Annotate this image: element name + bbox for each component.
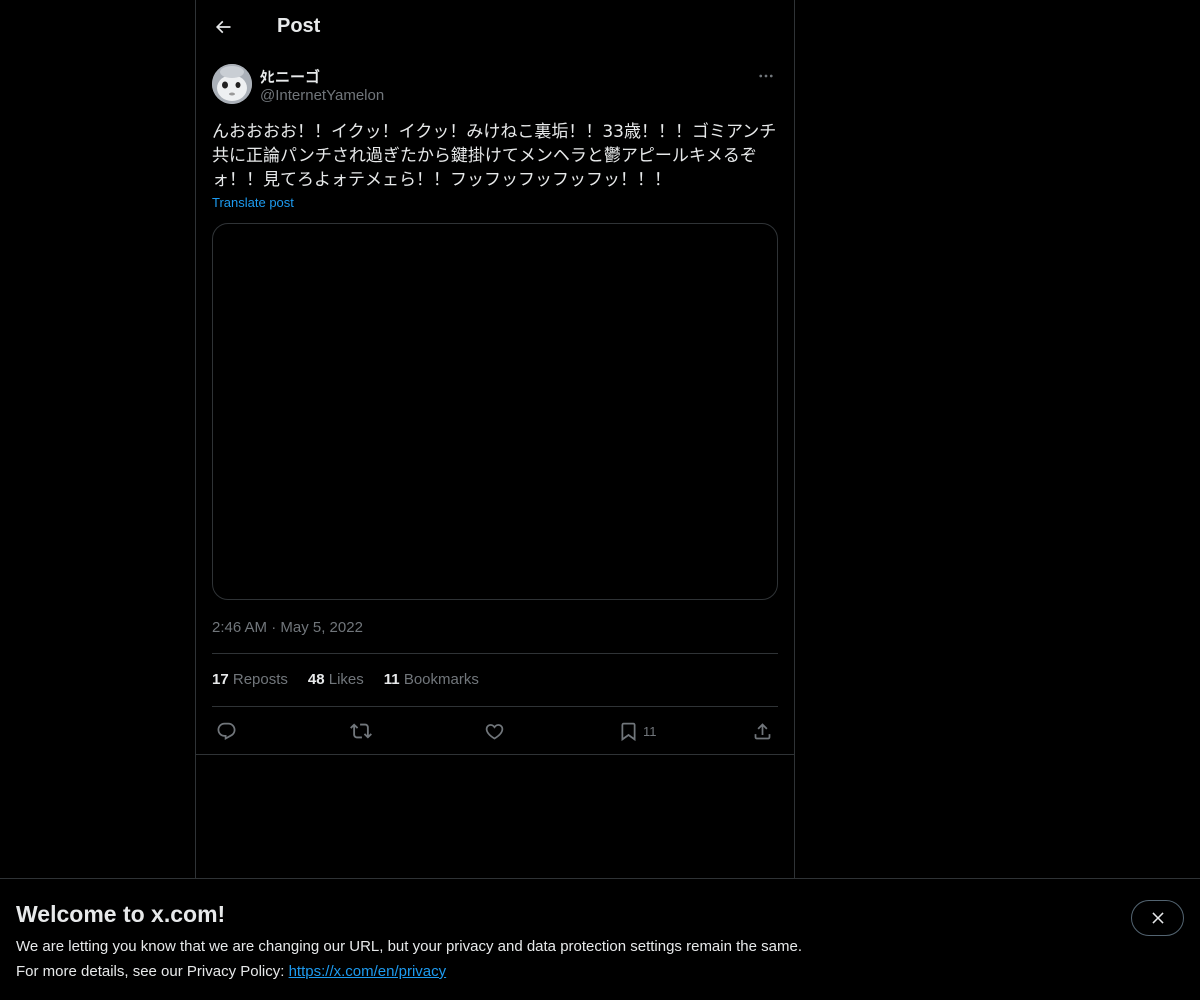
bookmark-button[interactable]: 11 bbox=[618, 715, 657, 747]
post-media[interactable] bbox=[212, 223, 778, 600]
banner-policy-line: For more details, see our Privacy Policy… bbox=[16, 963, 446, 980]
repost-button[interactable] bbox=[350, 715, 372, 747]
like-button[interactable] bbox=[484, 715, 505, 747]
heart-icon bbox=[485, 723, 504, 740]
bookmark-icon bbox=[621, 722, 636, 741]
reposts-stat[interactable]: 17 Reposts bbox=[212, 671, 288, 688]
post-text: んおおおお！！イクッ！イクッ！みけねこ裏垢！！33歳！！！ゴミアンチ共に正論パン… bbox=[212, 122, 777, 190]
post-actions: 11 bbox=[212, 715, 778, 747]
share-icon bbox=[754, 722, 771, 739]
share-button[interactable] bbox=[752, 715, 773, 747]
privacy-policy-link[interactable]: https://x.com/en/privacy bbox=[289, 963, 447, 980]
avatar[interactable] bbox=[212, 64, 252, 104]
bookmarks-count: 11 bbox=[383, 671, 400, 688]
reply-icon bbox=[217, 722, 236, 740]
post-column: Post ﾀﾋニーゴ @InternetYamelon んおおおお！！イクッ！イ… bbox=[195, 0, 795, 878]
bookmarks-label: Bookmarks bbox=[403, 671, 479, 688]
likes-label: Likes bbox=[328, 671, 364, 688]
likes-count: 48 bbox=[307, 671, 325, 688]
avatar-image bbox=[212, 64, 252, 104]
bookmarks-stat[interactable]: 11 Bookmarks bbox=[384, 671, 479, 688]
banner-message: We are letting you know that we are chan… bbox=[16, 938, 802, 955]
reposts-count: 17 bbox=[212, 671, 229, 688]
welcome-banner: Welcome to x.com! We are letting you kno… bbox=[0, 878, 1200, 1000]
author-row: ﾀﾋニーゴ @InternetYamelon bbox=[212, 64, 778, 106]
banner-policy-prefix: For more details, see our Privacy Policy… bbox=[16, 963, 289, 980]
author-display-name[interactable]: ﾀﾋニーゴ bbox=[260, 66, 320, 87]
bookmark-count: 11 bbox=[643, 723, 657, 739]
divider bbox=[212, 653, 778, 654]
translate-post-link[interactable]: Translate post bbox=[212, 195, 294, 210]
arrow-left-icon bbox=[215, 20, 231, 33]
post-stats: 17 Reposts 48 Likes 11 Bookmarks bbox=[212, 671, 479, 688]
close-icon bbox=[1151, 912, 1164, 924]
page-title: Post bbox=[277, 15, 321, 37]
ellipsis-icon bbox=[759, 74, 773, 78]
reposts-label: Reposts bbox=[232, 671, 288, 688]
more-options-button[interactable] bbox=[754, 64, 778, 88]
divider bbox=[212, 706, 778, 707]
author-handle[interactable]: @InternetYamelon bbox=[260, 87, 384, 104]
post-timestamp[interactable]: 2:46 AM · May 5, 2022 bbox=[212, 619, 363, 636]
likes-stat[interactable]: 48 Likes bbox=[308, 671, 364, 688]
banner-close-button[interactable] bbox=[1131, 900, 1184, 936]
reply-button[interactable] bbox=[216, 715, 237, 747]
banner-title: Welcome to x.com! bbox=[16, 901, 226, 927]
header: Post bbox=[196, 0, 794, 53]
repost-icon bbox=[350, 723, 372, 739]
back-button[interactable] bbox=[205, 9, 241, 45]
divider bbox=[196, 754, 794, 755]
